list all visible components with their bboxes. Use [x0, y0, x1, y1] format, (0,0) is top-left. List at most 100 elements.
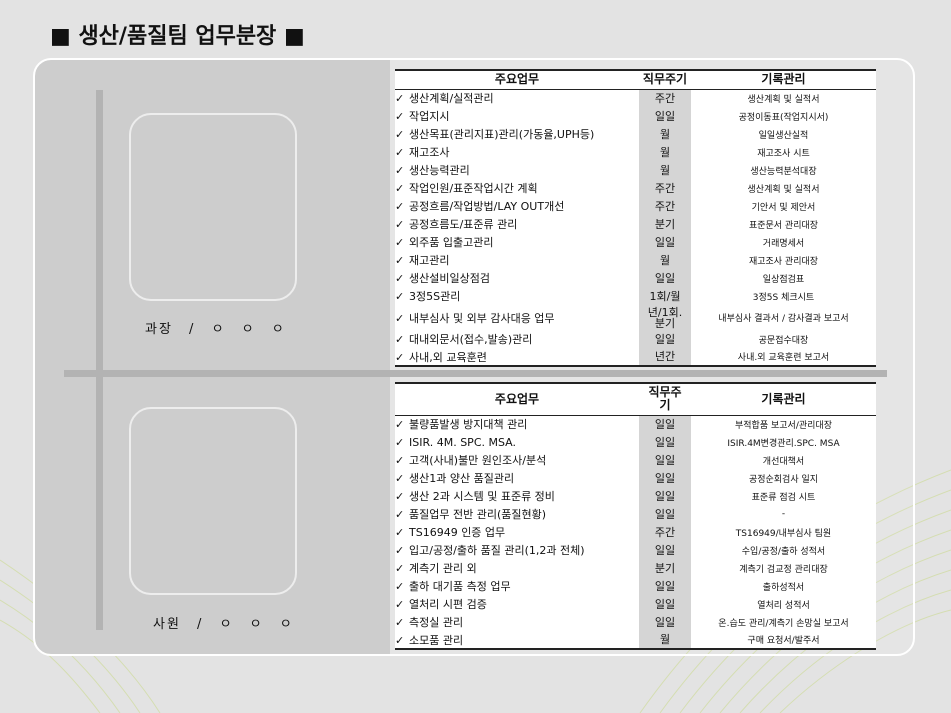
header-record: 기록관리: [691, 69, 876, 90]
task-text: 생산설비일상점검: [409, 272, 490, 285]
task-cell: ✓ 측정실 관리: [395, 613, 639, 631]
task-cell: ✓ 3정5S관리: [395, 287, 639, 305]
checkmark-icon: ✓: [395, 272, 405, 285]
checkmark-icon: ✓: [395, 290, 405, 303]
cycle-cell: 일일: [639, 107, 691, 125]
task-cell: ✓ 외주품 입출고관리: [395, 233, 639, 251]
cycle-cell: 일일: [639, 613, 691, 631]
task-text: 작업인원/표준작업시간 계획: [409, 182, 538, 195]
record-cell: 열처리 성적서: [757, 600, 810, 611]
checkmark-icon: ✓: [395, 526, 405, 539]
cycle-cell: 월: [639, 251, 691, 269]
checkmark-icon: ✓: [395, 333, 405, 346]
task-cell: ✓ 입고/공정/출하 품질 관리(1,2과 전체): [395, 541, 639, 559]
checkmark-icon: ✓: [395, 218, 405, 231]
task-cell: ✓ 열처리 시편 검증: [395, 595, 639, 613]
record-cell: 계측기 검교정 관리대장: [739, 564, 828, 575]
record-cell: 일상점검표: [762, 274, 805, 285]
table-row: ✓ 입고/공정/출하 품질 관리(1,2과 전체) 일일 수입/공정/출하 성적서: [395, 541, 876, 559]
cycle-cell: 월: [639, 631, 691, 650]
manager-duty-table: 주요업무 직무주기 기록관리 ✓ 생산계획/실적관리 주간 생산계획 및 실적서 ✓ 작업…: [395, 69, 876, 367]
task-text: 측정실 관리: [409, 616, 464, 629]
table-row: ✓ 측정실 관리 일일 온.습도 관리/계측기 손망실 보고서: [395, 613, 876, 631]
cycle-cell: 일일: [639, 505, 691, 523]
table-row: ✓ 공정흐름/작업방법/LAY OUT개선 주간 기안서 및 제안서: [395, 197, 876, 215]
checkmark-icon: ✓: [395, 616, 405, 629]
record-cell: 사내.외 교육훈련 보고서: [691, 348, 876, 367]
task-text: 소모품 관리: [409, 633, 464, 647]
cycle-cell: 일일: [639, 233, 691, 251]
table-header-row: 주요업무 직무주기 기록관리: [395, 382, 876, 416]
task-text: 사내,외 교육훈련: [409, 350, 487, 364]
record-cell: 온.습도 관리/계측기 손망실 보고서: [718, 618, 849, 629]
record-cell: 개선대책서: [762, 456, 805, 467]
checkmark-icon: ✓: [395, 200, 405, 213]
cycle-cell: 분기: [639, 559, 691, 577]
checkmark-icon: ✓: [395, 633, 405, 647]
manager-role-label: 과장 / ㅇ ㅇ ㅇ: [145, 322, 286, 337]
record-cell: 거래명세서: [762, 238, 805, 249]
checkmark-icon: ✓: [395, 92, 405, 106]
task-text: 입고/공정/출하 품질 관리(1,2과 전체): [409, 544, 585, 557]
task-text: 내부심사 및 외부 감사대응 업무: [409, 311, 555, 325]
table-row: ✓ 재고조사 월 재고조사 시트: [395, 143, 876, 161]
table-row: ✓ 고객(사내)불만 원인조사/분석 일일 개선대책서: [395, 451, 876, 469]
cycle-cell: 일일: [639, 451, 691, 469]
cycle-cell: 일일: [639, 269, 691, 287]
task-cell: ✓ TS16949 인증 업무: [395, 523, 639, 541]
table-row: ✓ 대내외문서(접수,발송)관리 일일 공문접수대장: [395, 330, 876, 348]
cycle-cell: 년간: [639, 348, 691, 367]
cycle-cell: 일일: [639, 433, 691, 451]
cycle-cell: 월: [639, 143, 691, 161]
record-cell: 생산능력분석대장: [750, 166, 817, 177]
task-text: 공정흐름/작업방법/LAY OUT개선: [409, 200, 565, 213]
task-cell: ✓ 생산목표(관리지표)관리(가동율,UPH등): [395, 125, 639, 143]
checkmark-icon: ✓: [395, 254, 405, 267]
task-text: 3정5S관리: [409, 290, 461, 303]
record-cell: 수입/공정/출하 성적서: [741, 546, 826, 557]
table-row: ✓ 생산능력관리 월 생산능력분석대장: [395, 161, 876, 179]
task-cell: ✓ 생산능력관리: [395, 161, 639, 179]
task-text: 품질업무 전반 관리(품질현황): [409, 508, 547, 521]
cycle-cell: 일일: [639, 541, 691, 559]
table-row: ✓ 작업지시 일일 공정이동표(작업지시서): [395, 107, 876, 125]
record-cell: 부적합품 보고서/관리대장: [735, 420, 832, 431]
table-row: ✓ ISIR. 4M. SPC. MSA. 일일 ISIR.4M변경관리.SPC. M…: [395, 433, 876, 451]
task-text: 외주품 입출고관리: [409, 236, 494, 249]
table-row: ✓ 생산목표(관리지표)관리(가동율,UPH등) 월 일일생산실적: [395, 125, 876, 143]
record-cell: TS16949/내부심사 팀원: [735, 528, 832, 539]
task-cell: ✓ 계측기 관리 외: [395, 559, 639, 577]
cycle-cell: 일일: [639, 487, 691, 505]
checkmark-icon: ✓: [395, 580, 405, 593]
checkmark-icon: ✓: [395, 435, 405, 449]
table-row: ✓ 소모품 관리 월 구매 요청서/발주서: [395, 631, 876, 650]
vertical-divider: [96, 90, 103, 630]
checkmark-icon: ✓: [395, 454, 405, 467]
record-cell: 표준문서 관리대장: [748, 220, 819, 231]
checkmark-icon: ✓: [395, 164, 405, 177]
table-row: ✓ 작업인원/표준작업시간 계획 주간 생산계획 및 실적서: [395, 179, 876, 197]
header-cycle: 직무주기: [639, 69, 691, 90]
checkmark-icon: ✓: [395, 110, 405, 123]
cycle-cell: 주간: [639, 523, 691, 541]
task-text: 생산1과 양산 품질관리: [409, 472, 515, 485]
task-text: 계측기 관리 외: [409, 562, 477, 575]
task-cell: ✓ 고객(사내)불만 원인조사/분석: [395, 451, 639, 469]
checkmark-icon: ✓: [395, 182, 405, 195]
task-text: 재고관리: [409, 254, 450, 267]
cycle-cell: 일일: [639, 577, 691, 595]
record-cell: 표준류 점검 시트: [751, 492, 816, 503]
task-cell: ✓ 재고조사: [395, 143, 639, 161]
checkmark-icon: ✓: [395, 128, 405, 141]
record-cell: 구매 요청서/발주서: [691, 631, 876, 650]
task-cell: ✓ 대내외문서(접수,발송)관리: [395, 330, 639, 348]
page-title: ■ 생산/품질팀 업무분장 ■: [50, 24, 305, 49]
checkmark-icon: ✓: [395, 598, 405, 611]
task-cell: ✓ 품질업무 전반 관리(품질현황): [395, 505, 639, 523]
table-row: ✓ 생산1과 양산 품질관리 일일 공정순회검사 일지: [395, 469, 876, 487]
table-row: ✓ 불량품발생 방지대책 관리 일일 부적합품 보고서/관리대장: [395, 415, 876, 433]
record-cell: 생산계획 및 실적서: [747, 94, 820, 105]
table-row: ✓ 생산계획/실적관리 주간 생산계획 및 실적서: [395, 89, 876, 107]
table-row: ✓ TS16949 인증 업무 주간 TS16949/내부심사 팀원: [395, 523, 876, 541]
record-cell: 기안서 및 제안서: [751, 202, 816, 213]
